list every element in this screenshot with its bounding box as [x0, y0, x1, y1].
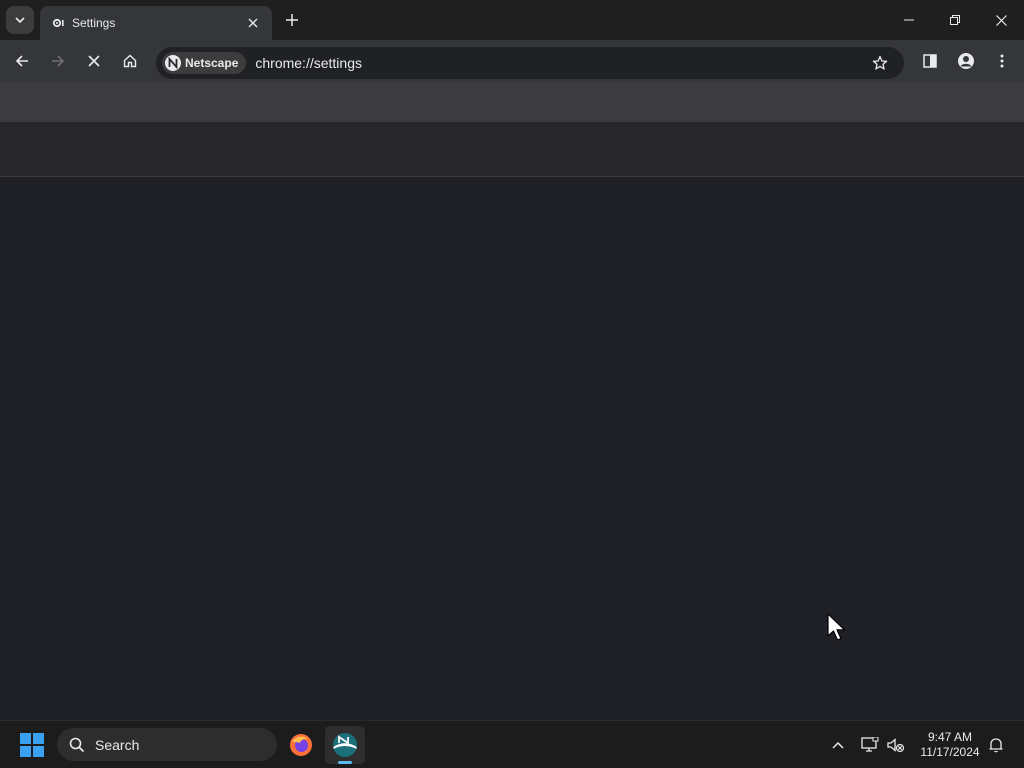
- home-icon: [123, 54, 137, 68]
- restore-button[interactable]: [932, 0, 978, 40]
- clock-time: 9:47 AM: [927, 730, 973, 744]
- back-button[interactable]: [8, 47, 36, 75]
- search-icon: [69, 737, 85, 752]
- firefox-icon: [290, 734, 312, 756]
- mouse-cursor: [827, 613, 846, 641]
- address-bar[interactable]: Netscape chrome://settings: [156, 47, 904, 79]
- site-chip-label: Netscape: [185, 56, 239, 70]
- taskbar-search[interactable]: Search: [57, 728, 277, 761]
- taskbar-app-netscape[interactable]: [325, 726, 365, 764]
- clock-date: 11/17/2024: [920, 745, 980, 759]
- tab-strip: Settings: [0, 0, 1024, 40]
- page-top-bar: [0, 82, 1024, 122]
- settings-gear-icon: [50, 15, 66, 31]
- side-panel-icon: [923, 54, 937, 68]
- profile-button[interactable]: [952, 47, 980, 75]
- tab-close-button[interactable]: [244, 14, 262, 32]
- network-icon: [861, 737, 879, 752]
- windows-logo-icon: [20, 733, 31, 744]
- network-status-button[interactable]: [858, 733, 882, 757]
- close-icon: [248, 18, 258, 28]
- profile-icon: [958, 53, 974, 69]
- forward-arrow-icon: [52, 55, 65, 67]
- new-tab-button[interactable]: [280, 8, 304, 32]
- back-arrow-icon: [15, 55, 28, 67]
- plus-icon: [286, 14, 298, 26]
- minimize-icon: [904, 19, 914, 21]
- active-app-indicator: [338, 761, 352, 764]
- more-menu-button[interactable]: [988, 47, 1016, 75]
- close-icon: [995, 14, 1007, 26]
- notification-bell-icon: [989, 738, 1003, 753]
- more-vert-icon: [1000, 54, 1004, 68]
- site-info-chip[interactable]: Netscape: [162, 52, 247, 74]
- home-button[interactable]: [116, 47, 144, 75]
- volume-muted-icon: [887, 738, 905, 753]
- volume-button[interactable]: [884, 733, 908, 757]
- chevron-up-icon: [832, 741, 844, 749]
- stop-loading-button[interactable]: [80, 47, 108, 75]
- tab-settings[interactable]: Settings: [40, 6, 272, 40]
- star-icon: [872, 55, 888, 70]
- side-panel-button[interactable]: [916, 47, 944, 75]
- tab-search-button[interactable]: [6, 6, 34, 34]
- search-label: Search: [95, 736, 140, 753]
- page-content: [0, 177, 1024, 720]
- system-clock[interactable]: 9:47 AM 11/17/2024: [914, 730, 986, 760]
- taskbar-app-firefox[interactable]: [281, 726, 321, 764]
- bookmark-star-button[interactable]: [866, 49, 894, 77]
- start-button[interactable]: [20, 733, 44, 757]
- close-window-button[interactable]: [978, 0, 1024, 40]
- forward-button[interactable]: [44, 47, 72, 75]
- restore-icon: [950, 15, 960, 25]
- netscape-app-icon: [333, 733, 357, 757]
- url-text[interactable]: chrome://settings: [255, 55, 866, 71]
- show-hidden-icons-button[interactable]: [826, 733, 850, 757]
- tab-title: Settings: [72, 16, 116, 30]
- minimize-button[interactable]: [886, 0, 932, 40]
- stop-icon: [88, 55, 100, 67]
- page-header: [0, 122, 1024, 177]
- notifications-button[interactable]: [984, 733, 1008, 757]
- tab-search-icon: [15, 17, 25, 24]
- taskbar: Search 9:47 AM 11/17/2024: [0, 720, 1024, 768]
- netscape-logo-icon: [165, 55, 181, 71]
